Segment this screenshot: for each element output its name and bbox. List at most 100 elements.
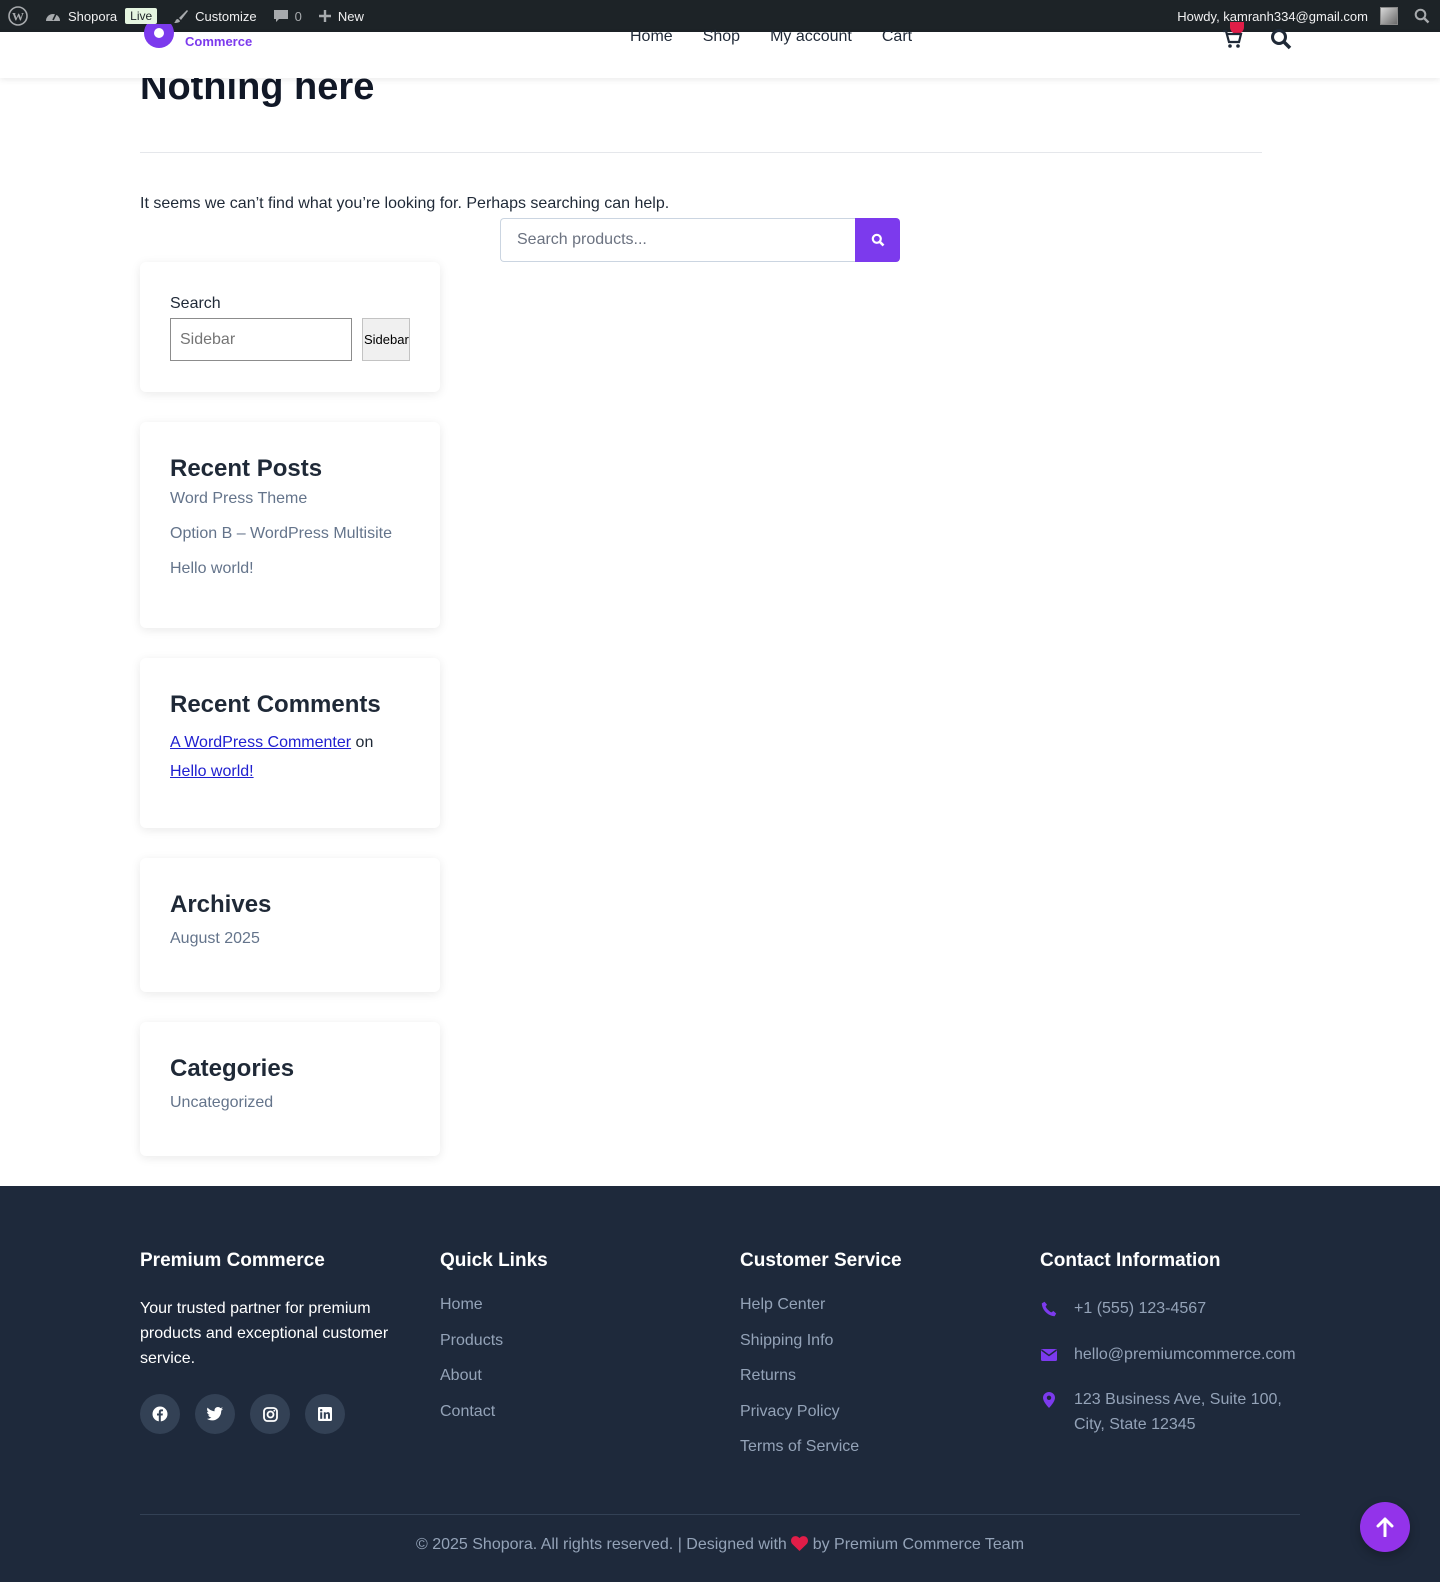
twitter-icon — [207, 1407, 223, 1421]
cart-icon[interactable] — [1222, 28, 1244, 50]
sidebar-search-input[interactable] — [170, 318, 352, 361]
customer-service-list: Help Center Shipping Info Returns Privac… — [740, 1296, 902, 1474]
recent-posts-title: Recent Posts — [170, 455, 323, 482]
twitter-link[interactable] — [195, 1394, 235, 1434]
contact-title: Contact Information — [1040, 1250, 1221, 1271]
wordpress-menu[interactable]: W — [0, 0, 36, 32]
comment-connector: on — [355, 734, 374, 751]
instagram-icon — [262, 1406, 278, 1422]
footer-link-home[interactable]: Home — [440, 1296, 548, 1332]
envelope-icon — [1041, 1348, 1057, 1361]
nav-cart[interactable]: Cart — [882, 28, 912, 46]
categories-title: Categories — [170, 1055, 295, 1082]
main-nav: Home Shop My account Cart — [630, 28, 912, 46]
archives-title: Archives — [170, 891, 272, 918]
recent-comments-title: Recent Comments — [170, 691, 381, 718]
footer-link-returns[interactable]: Returns — [740, 1367, 902, 1403]
quick-links-title: Quick Links — [440, 1250, 548, 1271]
product-search-button[interactable] — [855, 218, 900, 262]
map-pin-icon — [1043, 1391, 1055, 1408]
footer-link-help-center[interactable]: Help Center — [740, 1296, 902, 1332]
contact-address: 123 Business Ave, Suite 100, City, State… — [1040, 1387, 1296, 1437]
search-icon — [871, 233, 884, 247]
title-divider — [140, 152, 1262, 153]
footer-about-text: Your trusted partner for premium product… — [140, 1300, 389, 1367]
footer-about-title: Premium Commerce — [140, 1250, 325, 1271]
wordpress-icon: W — [8, 6, 28, 26]
footer-link-about[interactable]: About — [440, 1367, 548, 1403]
comment-icon — [273, 10, 288, 22]
recent-post-link[interactable]: Word Press Theme — [170, 490, 392, 525]
avatar — [1380, 7, 1398, 25]
admin-search[interactable] — [1406, 0, 1440, 32]
not-found-message: It seems we can’t find what you’re looki… — [140, 195, 670, 212]
new-content-link[interactable]: New — [310, 0, 372, 32]
product-search-input[interactable] — [500, 218, 856, 262]
contact-phone: +1 (555) 123-4567 — [1040, 1296, 1296, 1321]
heart-icon — [791, 1536, 809, 1551]
comment-author-link[interactable]: A WordPress Commenter — [170, 734, 351, 751]
footer-link-products[interactable]: Products — [440, 1332, 548, 1368]
category-link[interactable]: Uncategorized — [170, 1094, 273, 1112]
brush-icon — [174, 10, 189, 23]
categories-widget: Categories Uncategorized — [140, 1022, 440, 1156]
address-line-1: 123 Business Ave, Suite 100, — [1074, 1391, 1282, 1408]
contact-phone-text[interactable]: +1 (555) 123-4567 — [1074, 1296, 1206, 1321]
recent-posts-widget: Recent Posts Word Press Theme Option B –… — [140, 422, 440, 628]
copyright: © 2025 Shopora. All rights reserved. | D… — [0, 1536, 1440, 1554]
linkedin-link[interactable] — [305, 1394, 345, 1434]
sidebar-search-button[interactable]: Sidebar — [362, 318, 410, 361]
site-footer: Premium Commerce Your trusted partner fo… — [0, 1186, 1440, 1582]
social-links — [140, 1394, 410, 1434]
customize-link[interactable]: Customize — [165, 0, 264, 32]
footer-link-shipping-info[interactable]: Shipping Info — [740, 1332, 902, 1368]
address-line-2: City, State 12345 — [1074, 1416, 1196, 1433]
facebook-link[interactable] — [140, 1394, 180, 1434]
back-to-top-button[interactable] — [1360, 1502, 1410, 1552]
dashboard-icon — [46, 13, 60, 21]
site-header: Commerce Home Shop My account Cart — [0, 22, 1440, 78]
linkedin-icon — [318, 1407, 332, 1421]
comments-count: 0 — [294, 8, 302, 24]
footer-link-contact[interactable]: Contact — [440, 1403, 548, 1439]
howdy-text: Howdy, kamranh334@gmail.com — [1177, 8, 1368, 24]
nav-shop[interactable]: Shop — [703, 28, 740, 46]
customer-service-title: Customer Service — [740, 1250, 902, 1271]
product-search-form — [500, 218, 900, 262]
search-icon[interactable] — [1270, 28, 1292, 50]
admin-bar-right: Howdy, kamranh334@gmail.com — [1169, 0, 1440, 32]
contact-email: hello@premiumcommerce.com — [1040, 1342, 1296, 1367]
admin-bar-left: W Shopora Live Customize 0 New — [0, 0, 372, 32]
search-widget-label: Search — [170, 295, 221, 312]
new-label: New — [337, 8, 364, 24]
customize-label: Customize — [195, 8, 257, 24]
plus-icon — [318, 10, 331, 22]
copyright-left: © 2025 Shopora. All rights reserved. | D… — [415, 1536, 787, 1553]
logo-text[interactable]: Commerce — [185, 34, 252, 49]
facebook-icon — [152, 1406, 168, 1422]
recent-post-link[interactable]: Hello world! — [170, 560, 392, 595]
site-logo[interactable] — [144, 24, 174, 48]
nav-home[interactable]: Home — [630, 28, 673, 46]
recent-comments-widget: Recent Comments A WordPress Commenter on… — [140, 658, 440, 828]
footer-divider — [140, 1514, 1300, 1515]
footer-customer-service: Customer Service Help Center Shipping In… — [740, 1250, 902, 1474]
admin-search-icon — [1414, 8, 1430, 24]
phone-icon — [1041, 1301, 1057, 1316]
comment-post-link[interactable]: Hello world! — [170, 763, 254, 780]
contact-email-text[interactable]: hello@premiumcommerce.com — [1074, 1342, 1296, 1367]
archive-link[interactable]: August 2025 — [170, 930, 260, 948]
archives-widget: Archives August 2025 — [140, 858, 440, 992]
recent-posts-list: Word Press Theme Option B – WordPress Mu… — [170, 490, 392, 595]
comments-link[interactable]: 0 — [265, 0, 310, 32]
contact-address-text: 123 Business Ave, Suite 100, City, State… — [1074, 1387, 1282, 1437]
instagram-link[interactable] — [250, 1394, 290, 1434]
arrow-up-icon — [1376, 1517, 1394, 1537]
recent-post-link[interactable]: Option B – WordPress Multisite — [170, 525, 392, 560]
live-badge: Live — [125, 8, 158, 24]
footer-link-privacy-policy[interactable]: Privacy Policy — [740, 1403, 902, 1439]
recent-comment: A WordPress Commenter on Hello world! — [170, 728, 410, 786]
nav-my-account[interactable]: My account — [770, 28, 852, 46]
footer-link-terms[interactable]: Terms of Service — [740, 1438, 902, 1474]
svg-text:W: W — [12, 10, 24, 24]
